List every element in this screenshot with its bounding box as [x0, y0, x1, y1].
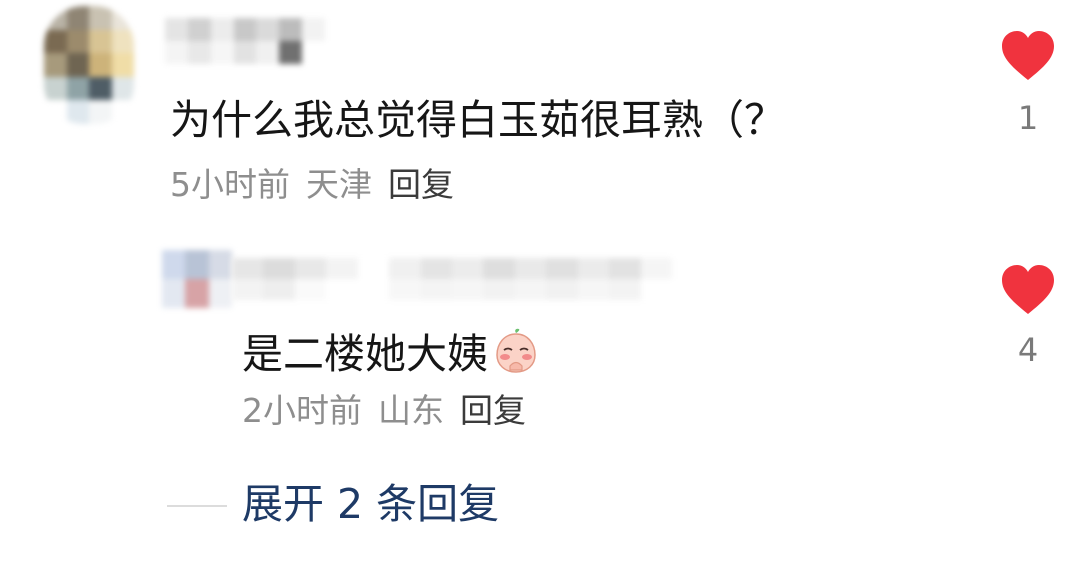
username[interactable]: [165, 18, 325, 64]
comment-time: 5小时前: [170, 165, 290, 204]
expand-replies-button[interactable]: 展开 2 条回复: [242, 484, 499, 525]
heart-icon[interactable]: [1000, 264, 1056, 316]
reply-meta: 2小时前 山东 回复: [242, 394, 526, 427]
heart-icon[interactable]: [1000, 30, 1056, 82]
reply-like-count: 4: [1017, 331, 1039, 369]
divider: [167, 505, 227, 507]
reply-text-content: 是二楼她大姨: [242, 330, 488, 378]
comment-location: 天津: [306, 165, 372, 204]
reply-time: 2小时前: [242, 391, 362, 430]
reply-button[interactable]: 回复: [388, 165, 454, 204]
reply-to-reply-button[interactable]: 回复: [460, 391, 526, 430]
avatar[interactable]: [44, 6, 134, 124]
reply-text: 是二楼她大姨: [242, 326, 540, 375]
comment-text: 为什么我总觉得白玉茹很耳熟（？: [170, 96, 785, 144]
like-count: 1: [1017, 99, 1039, 137]
comment-meta: 5小时前 天津 回复: [170, 168, 454, 201]
reply-username[interactable]: [232, 258, 672, 300]
reply-avatar[interactable]: [162, 250, 232, 308]
shy-peach-emoji: [496, 328, 536, 373]
reply-location: 山东: [378, 391, 444, 430]
